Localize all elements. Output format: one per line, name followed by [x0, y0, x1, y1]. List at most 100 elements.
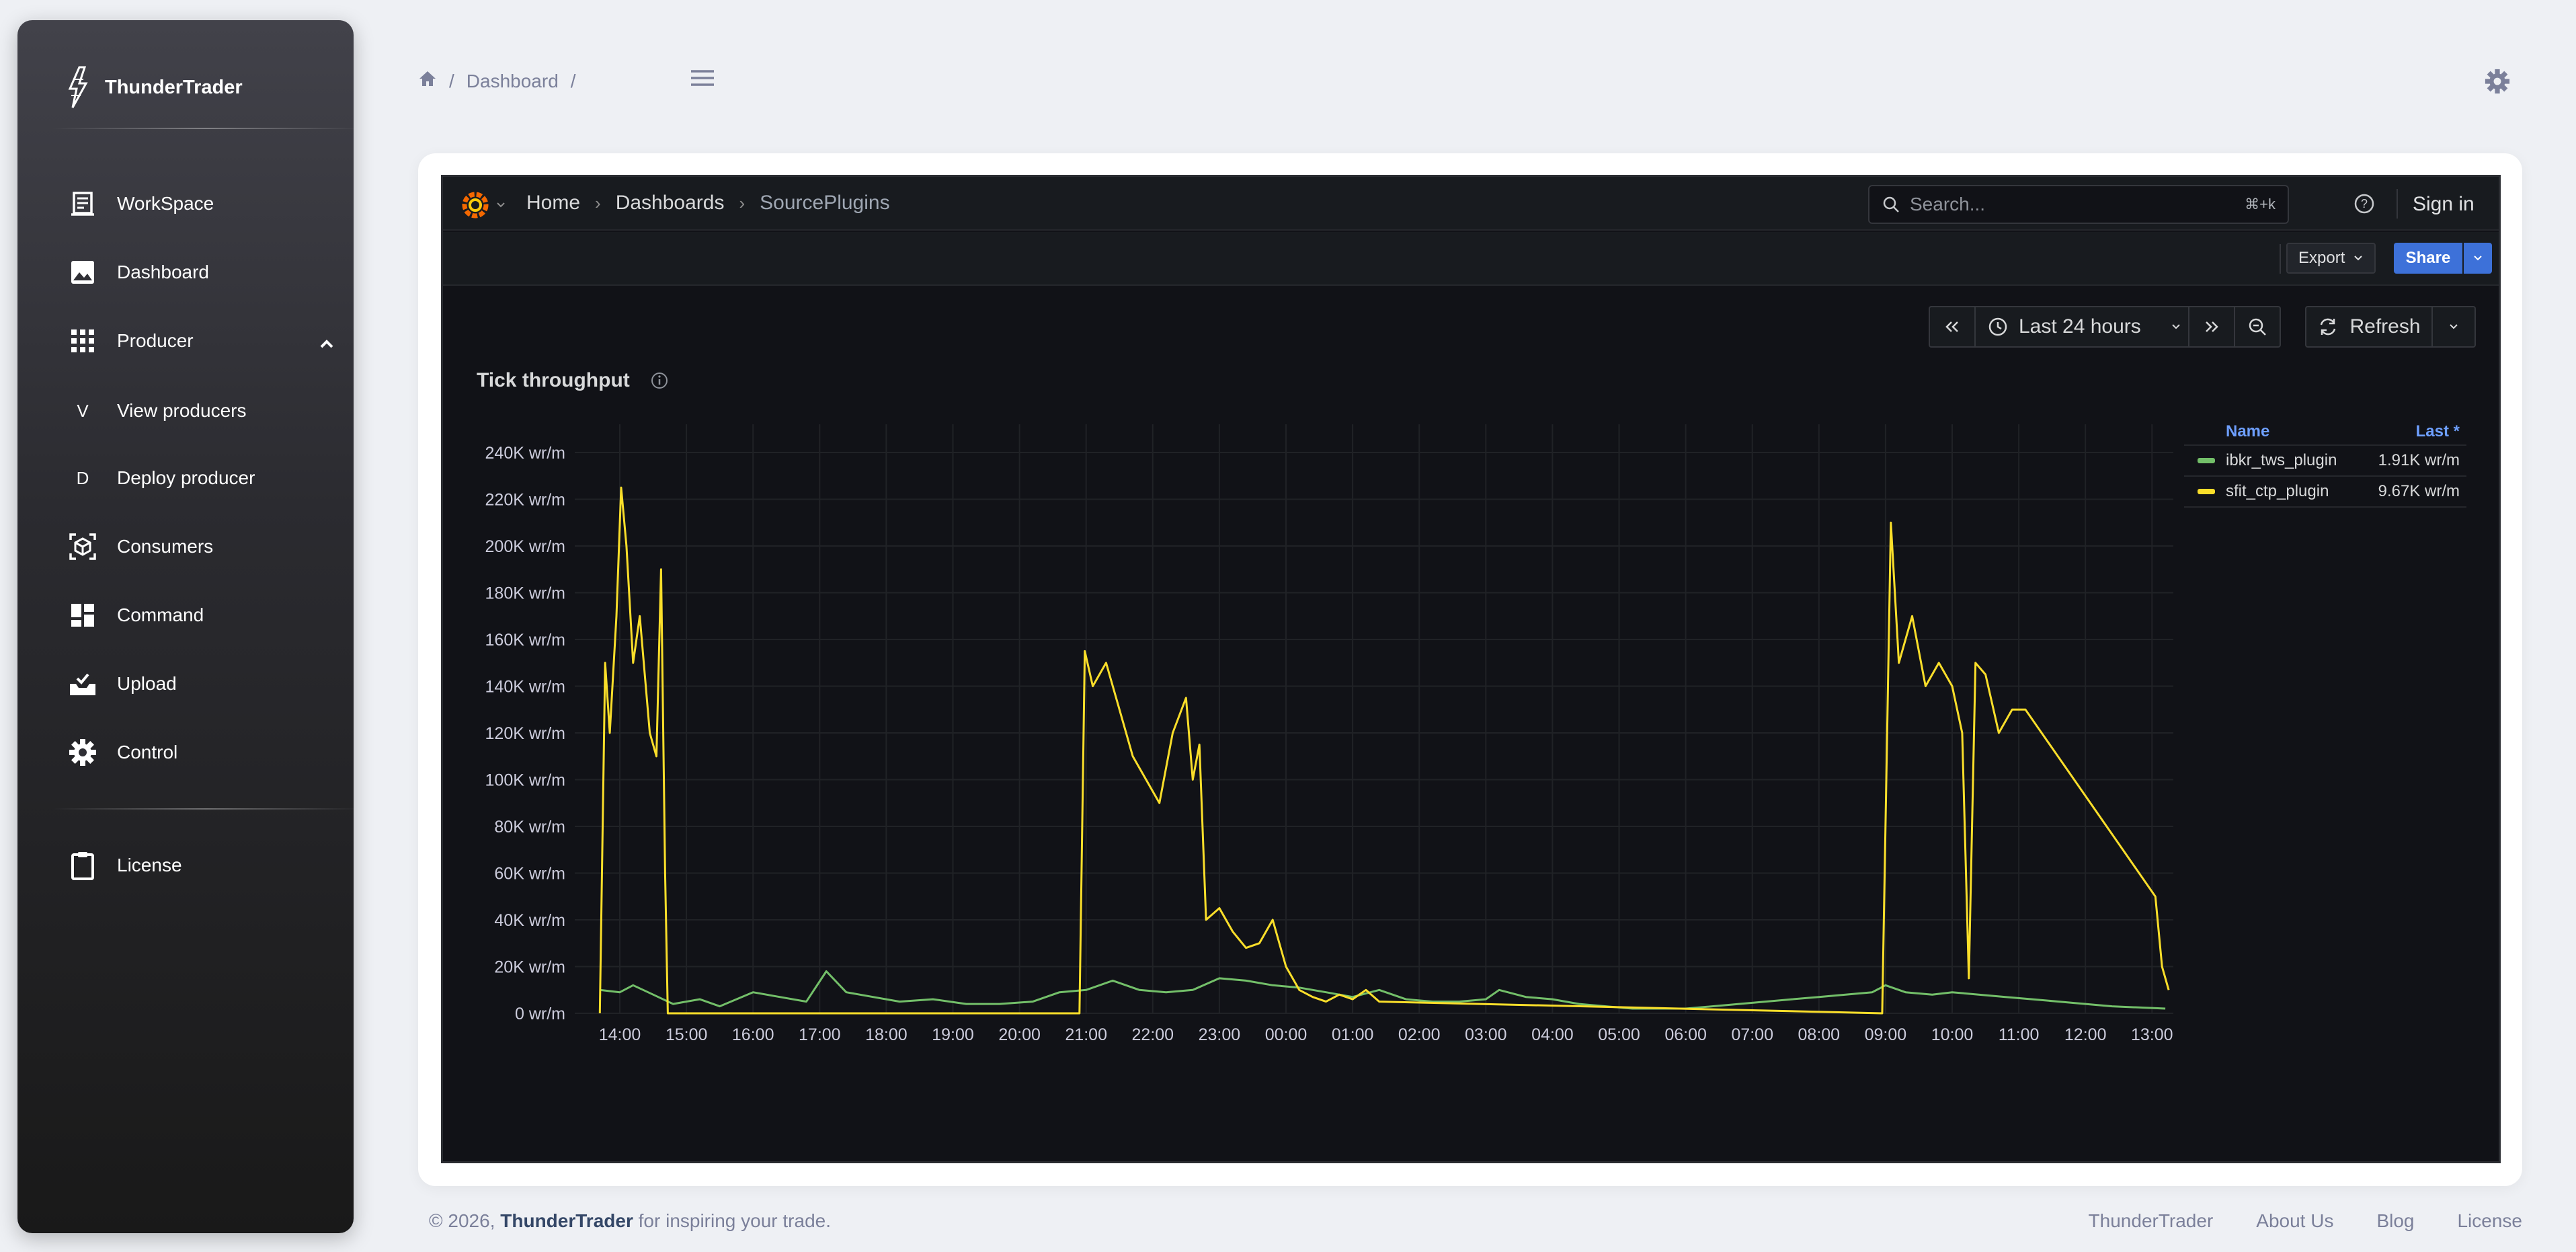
sidebar-item-label: Deploy producer [117, 467, 255, 488]
x-tick-label: 03:00 [1465, 1025, 1507, 1044]
y-tick-label: 160K wr/m [485, 631, 565, 650]
x-tick-label: 07:00 [1731, 1025, 1773, 1044]
footer-link-thundertrader[interactable]: ThunderTrader [2089, 1210, 2214, 1232]
zoom-out-icon [2249, 318, 2266, 336]
time-shift-forward-button[interactable] [2188, 306, 2235, 348]
legend-last-value: 1.91K wr/m [2378, 451, 2460, 469]
x-tick-label: 12:00 [2064, 1025, 2107, 1044]
y-tick-label: 40K wr/m [494, 911, 565, 930]
legend-series-name: ibkr_tws_plugin [2226, 451, 2337, 469]
grafana-search-input[interactable]: Search... ⌘+k [1868, 185, 2289, 224]
breadcrumb-separator: / [570, 70, 576, 91]
zoom-out-button[interactable] [2234, 306, 2281, 348]
sidebar-item-dashboard[interactable]: Dashboard [66, 249, 335, 296]
sidebar-divider [52, 128, 360, 129]
brand-name: ThunderTrader [105, 76, 243, 98]
legend-row[interactable]: ibkr_tws_plugin 1.91K wr/m [2184, 446, 2466, 477]
sidebar-item-label: View producers [117, 400, 247, 421]
sidebar-item-control[interactable]: Control [66, 729, 335, 776]
chart-legend: Name Last * ibkr_tws_plugin 1.91K wr/m s… [2184, 419, 2466, 508]
x-tick-label: 01:00 [1332, 1025, 1374, 1044]
menu-toggle-button[interactable] [690, 67, 715, 92]
time-shift-back-button[interactable] [1929, 306, 1976, 348]
sidebar-item-deploy-producer[interactable]: D Deploy producer [66, 455, 335, 502]
y-tick-label: 240K wr/m [485, 444, 565, 463]
series-line-ibkr-tws-plugin[interactable] [600, 970, 2166, 1010]
tick-throughput-chart[interactable]: 0 wr/m 20K wr/m 40K wr/m 60K wr/m 80K wr/m 10… [443, 419, 2184, 1091]
sidebar-item-letter: V [77, 400, 89, 421]
hamburger-icon [691, 70, 714, 86]
sidebar-item-label: WorkSpace [117, 193, 214, 214]
toolbar-divider [2280, 244, 2281, 274]
settings-button[interactable] [2485, 69, 2510, 97]
breadcrumb-item-dashboard[interactable]: Dashboard [467, 71, 559, 92]
sidebar-item-label: Producer [117, 330, 194, 351]
sidebar-item-license[interactable]: License [66, 842, 335, 889]
refresh-icon [2321, 318, 2336, 336]
footer-brand-link[interactable]: ThunderTrader [500, 1210, 633, 1231]
sidebar-item-label: Dashboard [117, 262, 209, 282]
svg-text:?: ? [2361, 197, 2368, 210]
sidebar-item-label: Upload [117, 673, 177, 694]
sign-in-link[interactable]: Sign in [2413, 193, 2474, 216]
legend-row[interactable]: sfit_ctp_plugin 9.67K wr/m [2184, 477, 2466, 508]
export-label: Export [2298, 249, 2345, 267]
dashboard-card: Home › Dashboards › SourcePlugins Search… [418, 153, 2522, 1186]
chevron-down-icon [2354, 256, 2363, 261]
grafana-crumb-home[interactable]: Home [526, 192, 580, 214]
x-tick-label: 06:00 [1664, 1025, 1707, 1044]
dashboard-blocks-icon [66, 598, 99, 632]
sidebar-item-workspace[interactable]: WorkSpace [66, 180, 335, 227]
x-tick-label: 09:00 [1865, 1025, 1907, 1044]
x-tick-label: 02:00 [1398, 1025, 1441, 1044]
help-button[interactable]: ? [2353, 193, 2375, 218]
legend-header: Name Last * [2184, 419, 2466, 446]
footer-link-blog[interactable]: Blog [2376, 1210, 2414, 1232]
y-tick-label: 0 wr/m [515, 1005, 565, 1023]
x-tick-label: 20:00 [998, 1025, 1041, 1044]
workspace-icon [66, 187, 99, 221]
help-icon: ? [2354, 194, 2374, 214]
double-chevron-right-icon [2206, 321, 2218, 332]
x-tick-label: 05:00 [1598, 1025, 1640, 1044]
x-tick-label: 15:00 [666, 1025, 708, 1044]
refresh-interval-button[interactable] [2431, 306, 2476, 348]
panel-title: Tick throughput [477, 369, 669, 392]
crumb-separator: › [739, 192, 746, 213]
time-range-label: Last 24 hours [2019, 315, 2141, 338]
legend-header-name[interactable]: Name [2184, 422, 2366, 441]
grafana-menu-button[interactable] [459, 189, 506, 221]
chevron-down-icon [2172, 324, 2180, 329]
search-icon [1883, 196, 1899, 212]
export-button[interactable]: Export [2286, 243, 2376, 274]
footer-link-about-us[interactable]: About Us [2256, 1210, 2333, 1232]
brand[interactable]: ThunderTrader [66, 66, 243, 109]
share-button[interactable]: Share [2394, 243, 2462, 274]
share-options-button[interactable] [2464, 243, 2492, 274]
series-line-sfit-ctp-plugin[interactable] [598, 486, 2170, 1015]
home-icon[interactable] [418, 70, 437, 92]
x-tick-label: 23:00 [1199, 1025, 1241, 1044]
x-tick-label: 11:00 [1999, 1025, 2040, 1044]
legend-swatch [2198, 458, 2215, 463]
sidebar-item-command[interactable]: Command [66, 592, 335, 639]
image-icon [66, 256, 99, 289]
y-tick-label: 200K wr/m [485, 537, 565, 556]
chevron-up-icon[interactable] [319, 334, 335, 355]
sidebar-item-view-producers[interactable]: V View producers [66, 387, 335, 434]
sidebar-item-letter: D [76, 467, 89, 488]
sidebar-item-upload[interactable]: Upload [66, 660, 335, 707]
x-tick-label: 13:00 [2131, 1025, 2173, 1044]
sidebar-item-consumers[interactable]: Consumers [66, 523, 335, 570]
sidebar-item-producer[interactable]: Producer [66, 317, 335, 364]
search-placeholder: Search... [1910, 194, 1986, 214]
time-range-picker[interactable]: Last 24 hours [1974, 306, 2189, 348]
refresh-button[interactable]: Refresh [2305, 306, 2433, 348]
sidebar: ThunderTrader WorkSpace Dashboard Produc… [17, 20, 360, 1233]
x-tick-label: 21:00 [1065, 1025, 1107, 1044]
grafana-crumb-dashboards[interactable]: Dashboards [616, 192, 725, 214]
footer-link-license[interactable]: License [2457, 1210, 2522, 1232]
refresh-controls: Refresh [2305, 306, 2476, 348]
legend-header-last[interactable]: Last * [2366, 422, 2460, 441]
info-icon[interactable] [650, 371, 669, 390]
